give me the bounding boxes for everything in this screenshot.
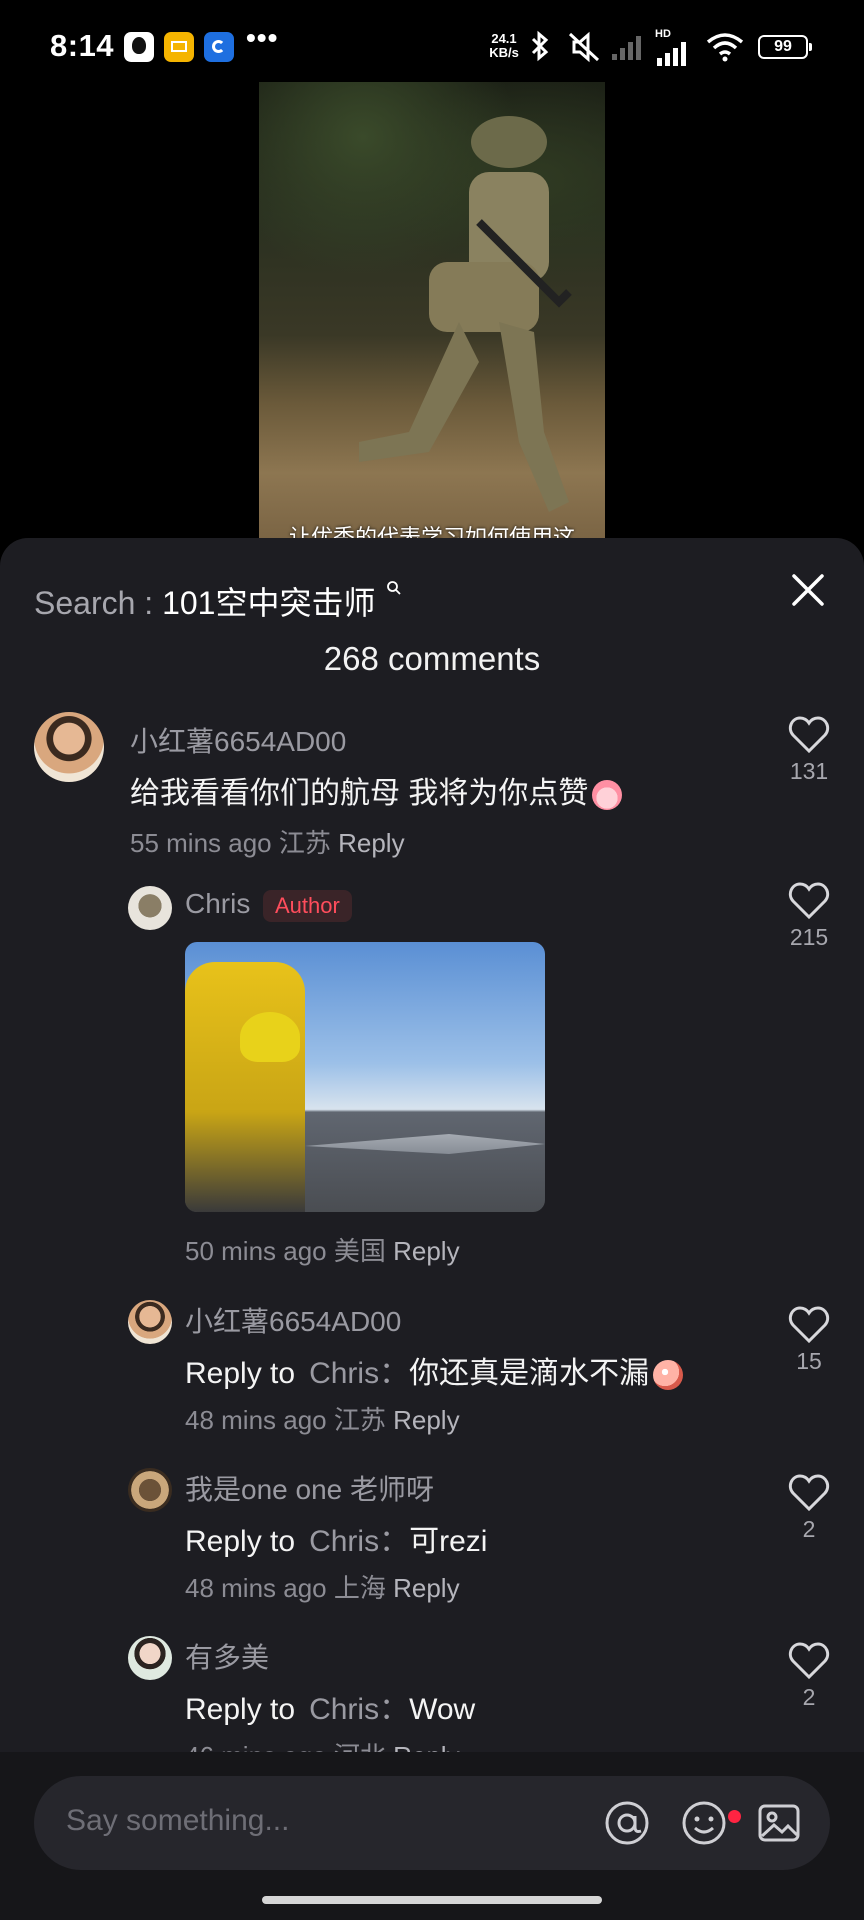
battery-icon: 99 xyxy=(758,35,812,59)
video-player[interactable]: 让优秀的代表学习如何使用这 xyxy=(259,82,605,542)
net-speed: 24.1 KB/s xyxy=(484,32,524,60)
comment-username[interactable]: Chris xyxy=(185,888,250,920)
comment-meta: 46 mins ago 河北 Reply xyxy=(185,1736,460,1753)
comment-text: Reply to Chris：可rezi xyxy=(185,1516,487,1560)
comment-body: 可rezi xyxy=(409,1525,488,1558)
reply-button[interactable]: Reply xyxy=(393,1236,459,1266)
reply-button[interactable]: Reply xyxy=(338,828,404,858)
comment-time-location: 48 mins ago 上海 xyxy=(185,1573,386,1603)
comments-sheet: Search : 101空中突击师 268 comments 小红薯6654AD… xyxy=(0,538,864,1920)
reply-button[interactable]: Reply xyxy=(393,1573,459,1603)
like-button[interactable]: 2 xyxy=(781,1474,837,1543)
bluetooth-icon xyxy=(531,30,549,62)
shocked-emoji-icon xyxy=(653,1360,684,1391)
avatar[interactable] xyxy=(34,712,104,782)
heart-icon xyxy=(788,716,830,754)
soldier-figure xyxy=(359,116,572,512)
comment-time-location: 50 mins ago 美国 xyxy=(185,1236,386,1266)
mail-app-icon xyxy=(164,32,194,62)
image-jet xyxy=(305,1134,545,1154)
like-button[interactable]: 15 xyxy=(781,1306,837,1375)
avatar[interactable] xyxy=(128,1300,172,1344)
image-person xyxy=(185,962,305,1212)
reply-target[interactable]: Chris： xyxy=(309,1693,409,1726)
close-icon[interactable] xyxy=(786,568,830,612)
search-prefix: Search : xyxy=(34,585,154,621)
comment-input-placeholder: Say something... xyxy=(66,1804,290,1837)
comment-time-location: 48 mins ago 江苏 xyxy=(185,1405,386,1435)
like-count: 131 xyxy=(789,758,829,784)
net-speed-unit: KB/s xyxy=(489,45,519,60)
search-suggestion[interactable]: Search : 101空中突击师 xyxy=(34,578,402,624)
emoji-notification-dot xyxy=(728,1810,741,1823)
comment-username[interactable]: 小红薯6654AD00 xyxy=(130,720,346,760)
mention-icon[interactable] xyxy=(602,1798,652,1848)
comment-username[interactable]: 我是one one 老师呀 xyxy=(185,1468,434,1508)
like-count: 15 xyxy=(796,1348,822,1374)
status-time: 8:14 xyxy=(50,28,115,63)
wifi-icon xyxy=(706,33,744,62)
signal-icon-2 xyxy=(657,42,686,66)
signal-icon-1 xyxy=(612,36,641,60)
like-count: 2 xyxy=(802,1684,816,1710)
comment-list[interactable]: 小红薯6654AD00 给我看看你们的航母 我将为你点赞 55 mins ago… xyxy=(0,708,864,1753)
comment-body: 你还真是滴水不漏 xyxy=(409,1357,650,1390)
like-button[interactable]: 215 xyxy=(781,882,837,951)
home-indicator[interactable] xyxy=(262,1896,602,1904)
comment-composer: Say something... xyxy=(0,1752,864,1920)
avatar[interactable] xyxy=(128,1468,172,1512)
comment-body: Wow xyxy=(409,1693,476,1726)
like-count: 215 xyxy=(789,924,829,950)
like-button[interactable]: 2 xyxy=(781,1642,837,1711)
comment-username[interactable]: 小红薯6654AD00 xyxy=(185,1300,401,1340)
net-speed-value: 24.1 xyxy=(491,31,517,46)
reply-target[interactable]: Chris： xyxy=(309,1357,409,1390)
browser-app-icon xyxy=(204,32,234,62)
thumbs-up-emoji-icon xyxy=(592,780,623,811)
comment-image[interactable] xyxy=(185,942,545,1212)
image-picker-icon[interactable] xyxy=(754,1798,804,1848)
heart-icon xyxy=(788,1642,830,1680)
heart-icon xyxy=(788,882,830,920)
comment-text: 给我看看你们的航母 我将为你点赞 xyxy=(130,768,623,812)
reply-to-label: Reply to xyxy=(185,1525,296,1558)
reply-target[interactable]: Chris： xyxy=(309,1525,409,1558)
comment-meta: 55 mins ago 江苏 Reply xyxy=(130,823,405,860)
avatar[interactable] xyxy=(128,1636,172,1680)
heart-icon xyxy=(788,1306,830,1344)
search-icon xyxy=(387,581,401,595)
reply-to-label: Reply to xyxy=(185,1693,296,1726)
comment-meta: 48 mins ago 江苏 Reply xyxy=(185,1400,460,1437)
comment-input[interactable]: Say something... xyxy=(34,1776,830,1870)
search-term[interactable]: 101空中突击师 xyxy=(162,585,375,621)
like-button[interactable]: 131 xyxy=(781,716,837,785)
comment-text: Reply to Chris：Wow xyxy=(185,1684,475,1728)
emoji-icon[interactable] xyxy=(679,1798,729,1848)
qq-icon xyxy=(124,32,154,62)
mute-icon xyxy=(568,31,600,63)
comment-time-location: 55 mins ago 江苏 xyxy=(130,828,331,858)
comment-count: 268 comments xyxy=(323,640,541,677)
avatar[interactable] xyxy=(128,886,172,930)
image-helmet xyxy=(240,1012,300,1062)
comment-text: Reply to Chris：你还真是滴水不漏 xyxy=(185,1348,684,1392)
reply-to-label: Reply to xyxy=(185,1357,296,1390)
author-badge: Author xyxy=(263,890,352,922)
comment-username[interactable]: 有多美 xyxy=(185,1636,269,1676)
comment-meta: 48 mins ago 上海 Reply xyxy=(185,1568,460,1605)
network-type-badge: HD xyxy=(655,28,671,40)
comment-meta: 50 mins ago 美国 Reply xyxy=(185,1231,460,1268)
heart-icon xyxy=(788,1474,830,1512)
like-count: 2 xyxy=(802,1516,816,1542)
more-notifications: ••• xyxy=(246,22,279,53)
reply-button[interactable]: Reply xyxy=(393,1405,459,1435)
comment-body: 给我看看你们的航母 我将为你点赞 xyxy=(130,777,589,810)
